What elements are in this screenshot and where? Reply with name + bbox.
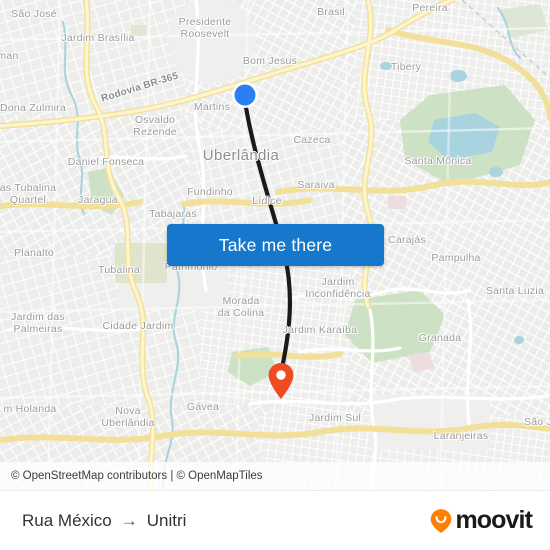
moovit-wordmark: moovit — [455, 506, 532, 534]
arrow-right-icon: → — [120, 511, 138, 530]
origin-label: Rua México — [22, 510, 112, 530]
moovit-logo[interactable]: moovit — [429, 506, 533, 534]
moovit-pin-icon — [431, 508, 452, 533]
origin-dot-icon[interactable] — [229, 79, 261, 111]
map-canvas[interactable]: São José Jardim Brasília Presidente Roosev… — [0, 0, 550, 490]
trip-footer-bar: Rua México → Unitri moovit — [0, 490, 550, 550]
route-summary: Rua México → Unitri — [22, 511, 186, 531]
map-attribution[interactable]: © OpenStreetMap contributors | © OpenMap… — [0, 462, 550, 490]
take-me-there-button[interactable]: Take me there — [167, 224, 384, 266]
moovit-trip-map-screen: São José Jardim Brasília Presidente Roosev… — [0, 0, 550, 550]
destination-label: Unitri — [146, 510, 187, 530]
destination-pin-icon[interactable] — [267, 362, 295, 400]
